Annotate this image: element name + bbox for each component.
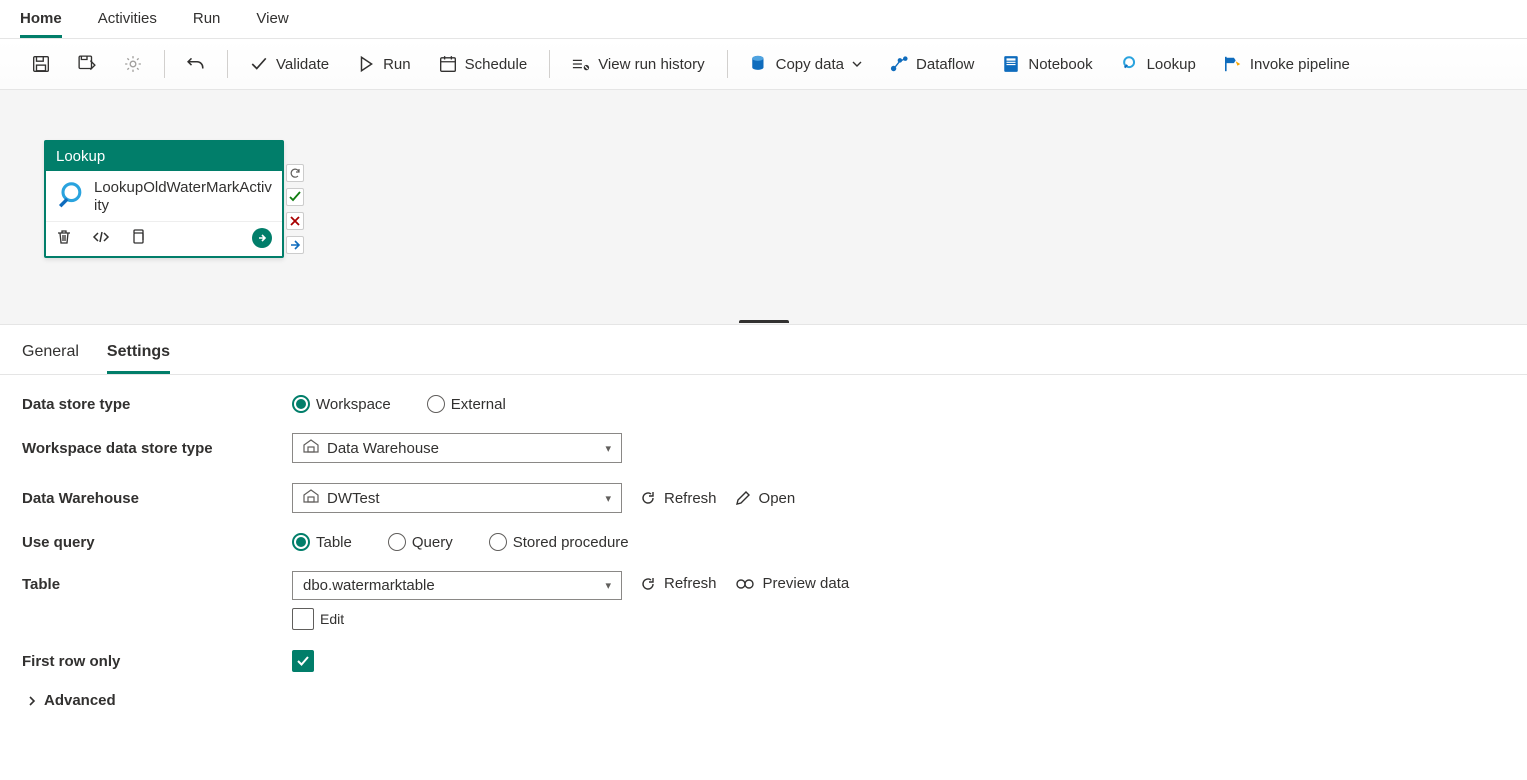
- radio-workspace[interactable]: Workspace: [292, 395, 391, 413]
- data-warehouse-label: Data Warehouse: [22, 490, 292, 507]
- dataflow-button[interactable]: Dataflow: [878, 49, 986, 79]
- label: Dataflow: [916, 56, 974, 73]
- activity-card[interactable]: Lookup LookupOldWaterMarkActivity: [44, 140, 284, 258]
- search-icon: [1121, 55, 1139, 73]
- tab-view[interactable]: View: [256, 4, 288, 38]
- chevron-right-icon: [26, 695, 38, 707]
- label: Notebook: [1028, 56, 1092, 73]
- tab-settings[interactable]: Settings: [107, 335, 170, 374]
- run-button[interactable]: Run: [345, 49, 423, 79]
- lookup-button[interactable]: Lookup: [1109, 49, 1208, 79]
- label: Schedule: [465, 56, 528, 73]
- toolbar: Validate Run Schedule View run history C…: [0, 39, 1527, 90]
- label: Lookup: [1147, 56, 1196, 73]
- edit-checkbox[interactable]: [292, 608, 314, 630]
- history-icon: [572, 55, 590, 73]
- tab-general[interactable]: General: [22, 335, 79, 374]
- notebook-button[interactable]: Notebook: [990, 49, 1104, 79]
- warehouse-icon: [303, 439, 319, 457]
- table-label: Table: [22, 571, 292, 593]
- radio-query[interactable]: Query: [388, 533, 453, 551]
- settings-button[interactable]: [112, 49, 154, 79]
- radio-table[interactable]: Table: [292, 533, 352, 551]
- label: Copy data: [776, 56, 844, 73]
- flag-icon: [1224, 55, 1242, 73]
- schedule-button[interactable]: Schedule: [427, 49, 540, 79]
- run-activity-icon[interactable]: [252, 228, 272, 248]
- chevron-down-icon: ▾: [605, 492, 611, 505]
- use-query-label: Use query: [22, 534, 292, 551]
- data-store-type-label: Data store type: [22, 396, 292, 413]
- divider: [727, 50, 728, 78]
- ribbon-tabs: Home Activities Run View: [0, 0, 1527, 39]
- database-icon: [750, 55, 768, 73]
- divider: [549, 50, 550, 78]
- play-icon: [357, 55, 375, 73]
- save-button[interactable]: [20, 49, 62, 79]
- connector-success-icon[interactable]: [286, 188, 304, 206]
- search-icon: [56, 181, 84, 214]
- edit-label: Edit: [320, 611, 344, 627]
- save-as-button[interactable]: [66, 49, 108, 79]
- dataflow-icon: [890, 55, 908, 73]
- activity-name: LookupOldWaterMarkActivity: [94, 179, 272, 215]
- chevron-down-icon: ▾: [605, 442, 611, 455]
- detail-tabs: General Settings: [0, 325, 1527, 375]
- tab-activities[interactable]: Activities: [98, 4, 157, 38]
- copy-icon[interactable]: [130, 229, 146, 248]
- save-as-icon: [78, 55, 96, 73]
- undo-button[interactable]: [175, 49, 217, 79]
- code-icon[interactable]: [92, 229, 110, 248]
- open-button[interactable]: Open: [735, 490, 796, 507]
- gear-icon: [124, 55, 142, 73]
- table-select[interactable]: dbo.watermarktable ▾: [292, 571, 622, 600]
- undo-icon: [187, 55, 205, 73]
- preview-data-button[interactable]: Preview data: [735, 575, 850, 592]
- divider: [227, 50, 228, 78]
- refresh-table-button[interactable]: Refresh: [640, 575, 717, 592]
- invoke-pipeline-button[interactable]: Invoke pipeline: [1212, 49, 1362, 79]
- activity-type: Lookup: [46, 142, 282, 171]
- calendar-icon: [439, 55, 457, 73]
- panel-resize-handle[interactable]: [739, 320, 789, 325]
- save-icon: [32, 55, 50, 73]
- connector-retry-icon[interactable]: [286, 164, 304, 182]
- radio-external[interactable]: External: [427, 395, 506, 413]
- first-row-only-checkbox[interactable]: [292, 650, 314, 672]
- chevron-down-icon: ▾: [605, 579, 611, 592]
- chevron-down-icon: [852, 55, 862, 73]
- activity-connectors: [286, 164, 304, 254]
- check-icon: [250, 55, 268, 73]
- pipeline-canvas[interactable]: Lookup LookupOldWaterMarkActivity: [0, 90, 1527, 325]
- connector-skip-icon[interactable]: [286, 236, 304, 254]
- ws-data-store-type-select[interactable]: Data Warehouse ▾: [292, 433, 622, 463]
- data-warehouse-select[interactable]: DWTest ▾: [292, 483, 622, 513]
- warehouse-icon: [303, 489, 319, 507]
- delete-icon[interactable]: [56, 229, 72, 248]
- label: Run: [383, 56, 411, 73]
- notebook-icon: [1002, 55, 1020, 73]
- tab-run[interactable]: Run: [193, 4, 221, 38]
- label: Validate: [276, 56, 329, 73]
- view-run-history-button[interactable]: View run history: [560, 49, 716, 79]
- copy-data-button[interactable]: Copy data: [738, 49, 874, 79]
- settings-form: Data store type Workspace External Works…: [0, 375, 1527, 740]
- tab-home[interactable]: Home: [20, 4, 62, 38]
- advanced-toggle[interactable]: Advanced: [26, 692, 116, 709]
- divider: [164, 50, 165, 78]
- label: Invoke pipeline: [1250, 56, 1350, 73]
- refresh-button[interactable]: Refresh: [640, 490, 717, 507]
- ws-data-store-type-label: Workspace data store type: [22, 440, 292, 457]
- first-row-only-label: First row only: [22, 653, 292, 670]
- label: View run history: [598, 56, 704, 73]
- validate-button[interactable]: Validate: [238, 49, 341, 79]
- radio-stored-procedure[interactable]: Stored procedure: [489, 533, 629, 551]
- connector-fail-icon[interactable]: [286, 212, 304, 230]
